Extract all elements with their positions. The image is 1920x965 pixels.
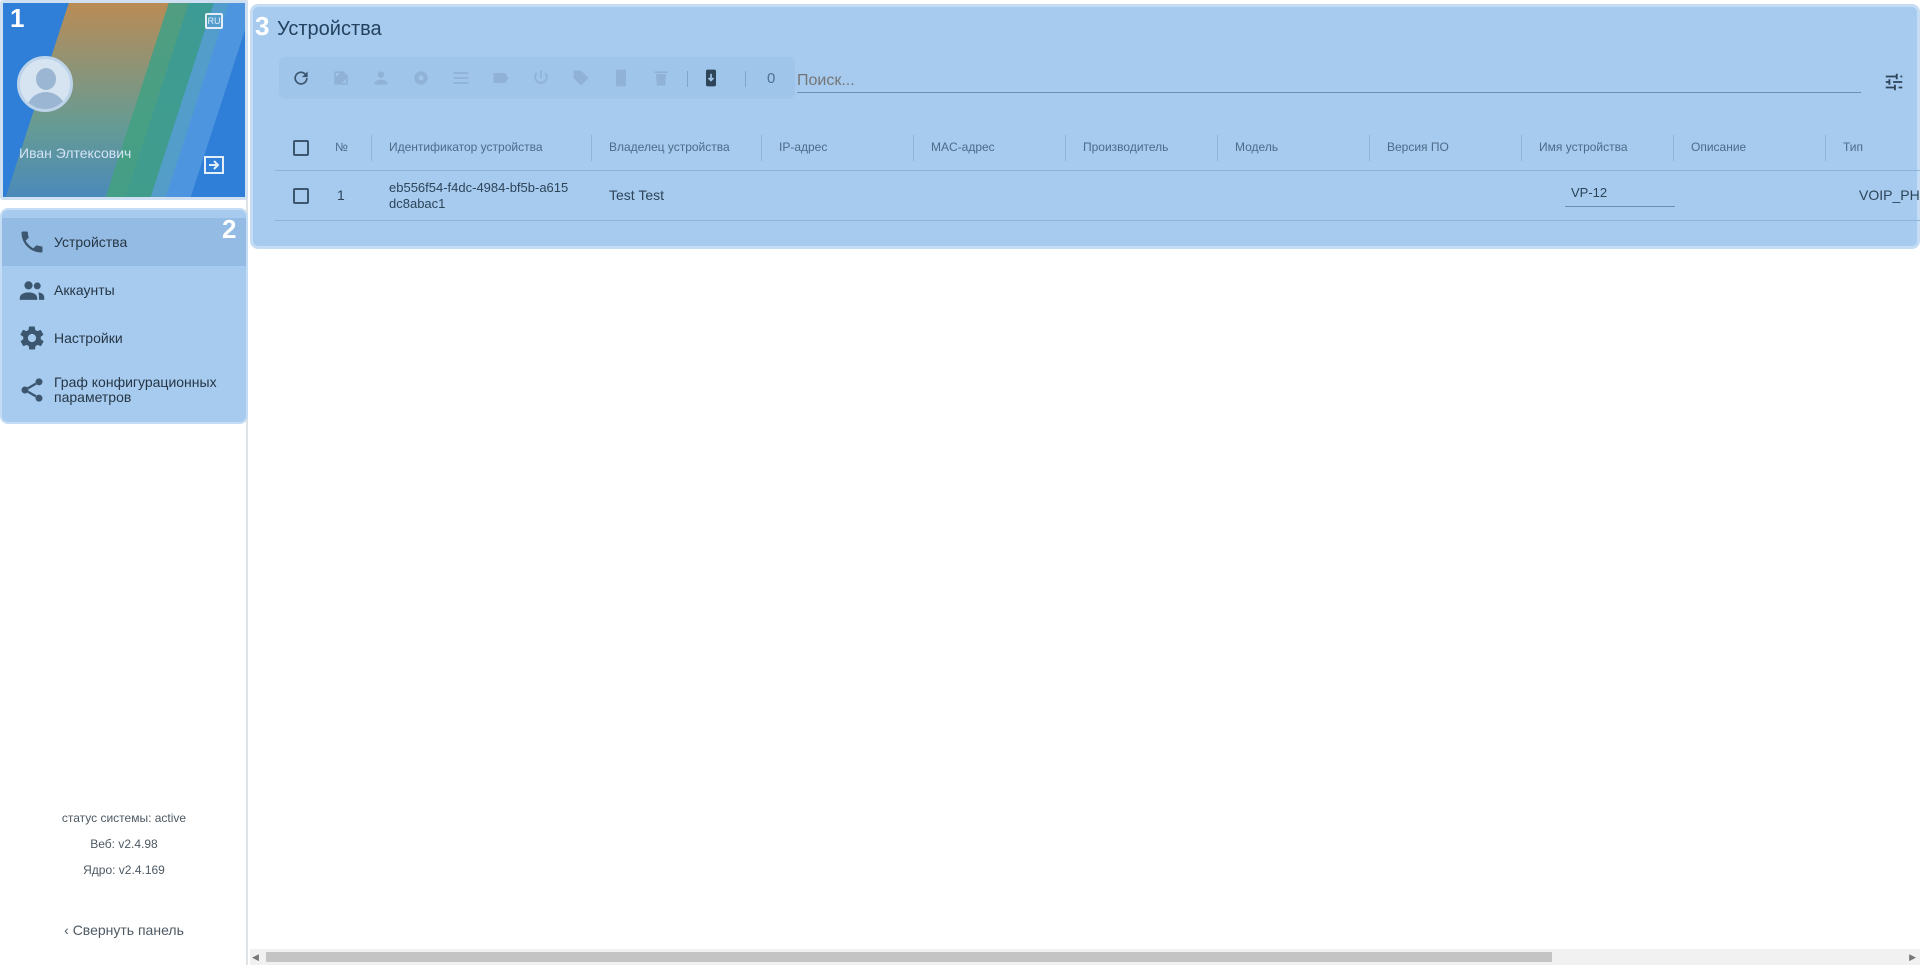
- column-divider[interactable]: [761, 135, 762, 161]
- region-badge-3: 3: [255, 11, 270, 41]
- device-name-field[interactable]: VP-12: [1565, 185, 1675, 207]
- delete-icon[interactable]: [651, 68, 671, 88]
- region-badge-2: 2: [222, 214, 237, 244]
- row-checkbox[interactable]: [293, 188, 309, 204]
- column-divider[interactable]: [1521, 135, 1522, 161]
- assign-owner-icon[interactable]: [371, 68, 391, 88]
- phone-icon: [21, 231, 43, 253]
- nav-item-config-graph[interactable]: Граф конфигурационных параметров: [2, 362, 246, 418]
- edit-icon[interactable]: [331, 68, 351, 88]
- select-all-checkbox[interactable]: [293, 140, 309, 156]
- filter-settings-icon[interactable]: [1883, 71, 1905, 93]
- search-input[interactable]: [797, 69, 1861, 93]
- column-divider[interactable]: [591, 135, 592, 161]
- nav-item-label: Устройства: [54, 233, 128, 250]
- column-divider[interactable]: [1369, 135, 1370, 161]
- toolbar: 0: [279, 57, 795, 99]
- nav-item-label: Аккаунты: [54, 281, 115, 298]
- device-id: eb556f54-f4dc-4984-bf5b-a615dc8abac1: [389, 180, 569, 211]
- collapse-panel-button[interactable]: ‹ Свернуть панель: [0, 922, 248, 938]
- column-divider[interactable]: [1825, 135, 1826, 161]
- tune-icon[interactable]: [451, 68, 471, 88]
- chevron-left-icon: ‹: [64, 922, 69, 938]
- column-header[interactable]: Производитель: [1083, 140, 1168, 154]
- column-divider[interactable]: [1673, 135, 1674, 161]
- column-divider[interactable]: [1217, 135, 1218, 161]
- column-divider[interactable]: [371, 135, 372, 161]
- settings-icon[interactable]: [411, 68, 431, 88]
- column-divider[interactable]: [913, 135, 914, 161]
- column-header[interactable]: Владелец устройства: [609, 140, 730, 154]
- profile-card: 1 RU Иван Элтексович: [0, 0, 248, 200]
- device-info-icon[interactable]: [611, 68, 631, 88]
- nav-item-label: Граф конфигурационных параметров: [54, 374, 217, 405]
- scroll-right-icon[interactable]: ▶: [1909, 952, 1916, 963]
- nav-item-label: Настройки: [54, 329, 123, 346]
- column-header[interactable]: Версия ПО: [1387, 140, 1449, 154]
- system-status: статус системы: active: [61, 811, 187, 825]
- page-title: Устройства: [277, 18, 382, 40]
- column-header[interactable]: Имя устройства: [1539, 140, 1628, 154]
- nav-item-settings[interactable]: Настройки: [2, 314, 246, 362]
- logout-icon[interactable]: [204, 156, 224, 174]
- device-owner: Test Test: [609, 187, 664, 203]
- people-icon: [19, 281, 45, 300]
- label-icon[interactable]: [491, 68, 511, 88]
- sidebar: 1 RU Иван Элтексович 2 Устройства Аккаун…: [0, 0, 248, 965]
- main-navigation: 2 Устройства Аккаунты Настройки Граф кон…: [0, 208, 248, 424]
- language-icon[interactable]: RU: [205, 13, 223, 29]
- core-version: Ядро: v2.4.169: [83, 863, 165, 877]
- tag-icon[interactable]: [571, 68, 591, 88]
- column-header[interactable]: Описание: [1691, 140, 1746, 154]
- column-divider[interactable]: [1065, 135, 1066, 161]
- devices-panel: 3 Устройства 0 Поиск... № Идентификатор …: [250, 4, 1920, 249]
- column-header[interactable]: MAC-адрес: [931, 140, 995, 154]
- share-icon: [21, 378, 43, 402]
- toolbar-divider: [687, 71, 688, 87]
- column-header[interactable]: Тип: [1843, 140, 1863, 154]
- table-row[interactable]: 1 eb556f54-f4dc-4984-bf5b-a615dc8abac1 T…: [275, 171, 1920, 221]
- scroll-left-icon[interactable]: ◀: [252, 952, 259, 963]
- selected-count: 0: [767, 70, 776, 87]
- region-badge-1: 1: [10, 3, 25, 33]
- nav-item-accounts[interactable]: Аккаунты: [2, 266, 246, 314]
- column-header[interactable]: Модель: [1235, 140, 1278, 154]
- power-icon[interactable]: [531, 68, 551, 88]
- gear-icon: [20, 326, 44, 350]
- column-header[interactable]: IP-адрес: [779, 140, 827, 154]
- refresh-icon[interactable]: [291, 68, 311, 88]
- nav-item-devices[interactable]: Устройства: [2, 218, 246, 266]
- table-header: № Идентификатор устройства Владелец устр…: [275, 125, 1920, 171]
- column-header[interactable]: №: [335, 140, 348, 154]
- user-name: Иван Элтексович: [19, 145, 132, 161]
- collapse-panel-label: Свернуть панель: [72, 922, 184, 938]
- device-type: VOIP_PHONE: [1859, 187, 1920, 203]
- toolbar-divider: [745, 71, 746, 87]
- row-number: 1: [337, 187, 345, 203]
- avatar[interactable]: [17, 56, 73, 112]
- scrollbar-thumb[interactable]: [266, 952, 1552, 962]
- horizontal-scrollbar[interactable]: ◀ ▶: [250, 949, 1920, 965]
- column-header[interactable]: Идентификатор устройства: [389, 140, 543, 154]
- avatar-head: [36, 68, 56, 90]
- web-version: Веб: v2.4.98: [90, 837, 158, 851]
- phone-download-icon[interactable]: [701, 68, 721, 88]
